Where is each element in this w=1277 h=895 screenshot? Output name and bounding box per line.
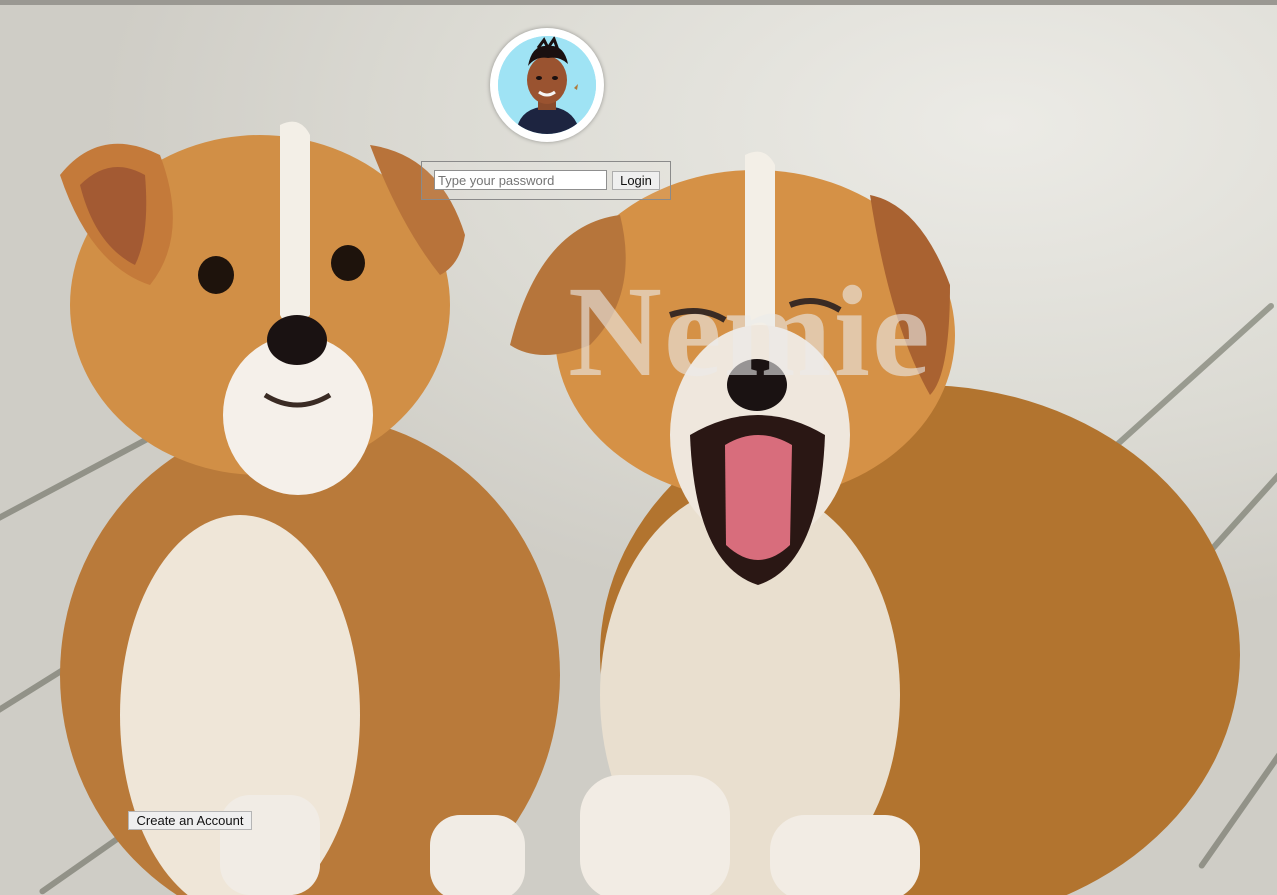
puppy-right-image xyxy=(510,151,1240,895)
background-photo xyxy=(0,5,1277,895)
avatar-photo xyxy=(498,36,596,134)
profile-avatar xyxy=(490,28,604,142)
password-input[interactable] xyxy=(434,170,607,190)
login-form: Login xyxy=(421,161,671,200)
login-button[interactable]: Login xyxy=(612,171,660,190)
brand-title: Nemie xyxy=(568,260,932,404)
create-account-button[interactable]: Create an Account xyxy=(128,811,252,830)
person-portrait-icon xyxy=(498,36,596,134)
